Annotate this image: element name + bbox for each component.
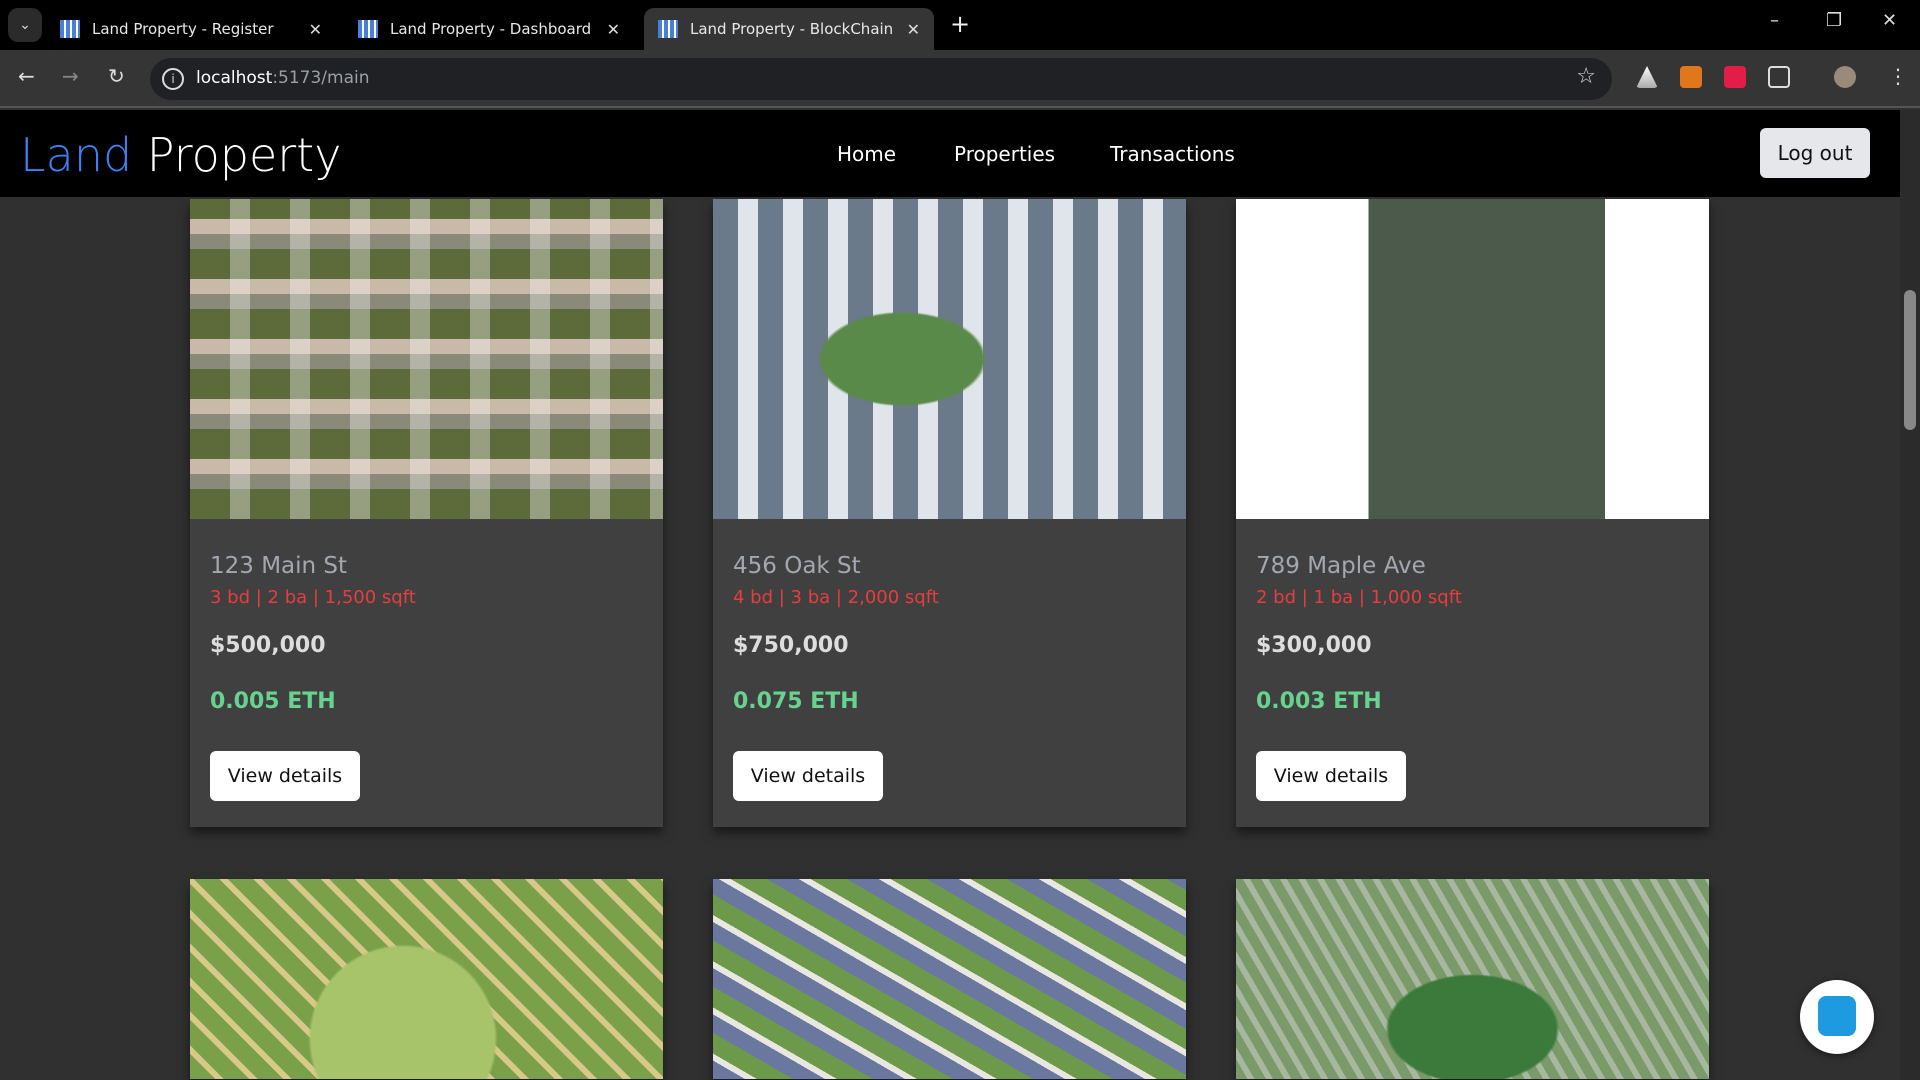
tab-title: Land Property - Dashboard bbox=[390, 20, 592, 38]
property-image bbox=[1236, 199, 1709, 519]
close-tab-icon[interactable]: ✕ bbox=[309, 20, 322, 39]
close-tab-icon[interactable]: ✕ bbox=[907, 20, 920, 39]
property-title: 789 Maple Ave bbox=[1256, 553, 1426, 579]
property-card: 123 Main St 3 bd | 2 ba | 1,500 sqft $50… bbox=[190, 199, 663, 827]
property-specs: 2 bd | 1 ba | 1,000 sqft bbox=[1256, 587, 1462, 608]
property-card bbox=[1236, 879, 1709, 1079]
extension-triangle-icon[interactable] bbox=[1636, 66, 1658, 88]
property-eth-price: 0.075 ETH bbox=[733, 689, 859, 714]
forward-icon[interactable]: → bbox=[62, 64, 79, 88]
favicon-icon bbox=[60, 20, 80, 38]
reload-icon[interactable]: ↻ bbox=[108, 64, 125, 88]
menu-kebab-icon[interactable]: ⋮ bbox=[1888, 64, 1908, 88]
tab-dashboard[interactable]: Land Property - Dashboard ✕ bbox=[344, 8, 634, 50]
minimize-button[interactable]: – bbox=[1770, 10, 1779, 31]
view-details-button[interactable]: View details bbox=[210, 751, 360, 801]
property-price: $300,000 bbox=[1256, 633, 1372, 658]
property-card: 789 Maple Ave 2 bd | 1 ba | 1,000 sqft $… bbox=[1236, 199, 1709, 827]
metamask-icon[interactable] bbox=[1680, 66, 1702, 88]
property-image bbox=[713, 199, 1186, 519]
tab-register[interactable]: Land Property - Register ✕ bbox=[46, 8, 336, 50]
property-card bbox=[190, 879, 663, 1079]
property-title: 456 Oak St bbox=[733, 553, 861, 579]
logo-property: Property bbox=[132, 128, 342, 182]
tab-title: Land Property - Register bbox=[92, 20, 274, 38]
close-tab-icon[interactable]: ✕ bbox=[607, 20, 620, 39]
nav-transactions[interactable]: Transactions bbox=[1110, 142, 1235, 166]
favicon-icon bbox=[658, 20, 678, 38]
browser-toolbar: ← → ↻ i localhost:5173/main ☆ ⋮ bbox=[0, 50, 1920, 108]
scrollbar-thumb[interactable] bbox=[1904, 290, 1916, 430]
extension-red-icon[interactable] bbox=[1724, 66, 1746, 88]
logout-button[interactable]: Log out bbox=[1760, 128, 1870, 178]
property-eth-price: 0.003 ETH bbox=[1256, 689, 1382, 714]
view-details-button[interactable]: View details bbox=[1256, 751, 1406, 801]
chatbot-button[interactable] bbox=[1800, 980, 1874, 1054]
property-specs: 4 bd | 3 ba | 2,000 sqft bbox=[733, 587, 939, 608]
robot-icon bbox=[1818, 996, 1856, 1036]
profile-avatar[interactable] bbox=[1834, 66, 1856, 88]
bookmark-star-icon[interactable]: ☆ bbox=[1576, 64, 1596, 89]
property-grid: 123 Main St 3 bd | 2 ba | 1,500 sqft $50… bbox=[0, 197, 1900, 1080]
property-image bbox=[713, 879, 1186, 1079]
logo-land: Land bbox=[20, 128, 133, 182]
property-card bbox=[713, 879, 1186, 1079]
restore-button[interactable]: ❐ bbox=[1826, 10, 1842, 31]
extensions-puzzle-icon[interactable] bbox=[1768, 66, 1790, 88]
tab-title: Land Property - BlockChain bbox=[690, 20, 894, 38]
property-image bbox=[1236, 879, 1709, 1079]
favicon-icon bbox=[358, 20, 378, 38]
nav-home[interactable]: Home bbox=[837, 142, 896, 166]
property-eth-price: 0.005 ETH bbox=[210, 689, 336, 714]
property-card: 456 Oak St 4 bd | 3 ba | 2,000 sqft $750… bbox=[713, 199, 1186, 827]
scrollbar[interactable] bbox=[1900, 110, 1920, 1080]
nav-properties[interactable]: Properties bbox=[954, 142, 1055, 166]
tab-bar: ⌄ Land Property - Register ✕ Land Propert… bbox=[0, 0, 1920, 50]
address-bar[interactable]: i localhost:5173/main ☆ bbox=[150, 58, 1612, 100]
new-tab-button[interactable]: + bbox=[950, 10, 970, 38]
property-image bbox=[190, 879, 663, 1079]
property-price: $500,000 bbox=[210, 633, 326, 658]
site-info-icon[interactable]: i bbox=[162, 68, 184, 90]
url-text[interactable]: localhost:5173/main bbox=[196, 68, 370, 88]
back-icon[interactable]: ← bbox=[18, 64, 35, 88]
view-details-button[interactable]: View details bbox=[733, 751, 883, 801]
logo[interactable]: Land Property bbox=[20, 128, 341, 182]
tab-search-dropdown[interactable]: ⌄ bbox=[8, 8, 42, 42]
tab-blockchain[interactable]: Land Property - BlockChain ✕ bbox=[644, 8, 934, 50]
property-specs: 3 bd | 2 ba | 1,500 sqft bbox=[210, 587, 416, 608]
property-title: 123 Main St bbox=[210, 553, 348, 579]
property-price: $750,000 bbox=[733, 633, 849, 658]
site-header: Land Property Home Properties Transactio… bbox=[0, 110, 1900, 197]
close-window-button[interactable]: ✕ bbox=[1882, 10, 1897, 31]
property-image bbox=[190, 199, 663, 519]
